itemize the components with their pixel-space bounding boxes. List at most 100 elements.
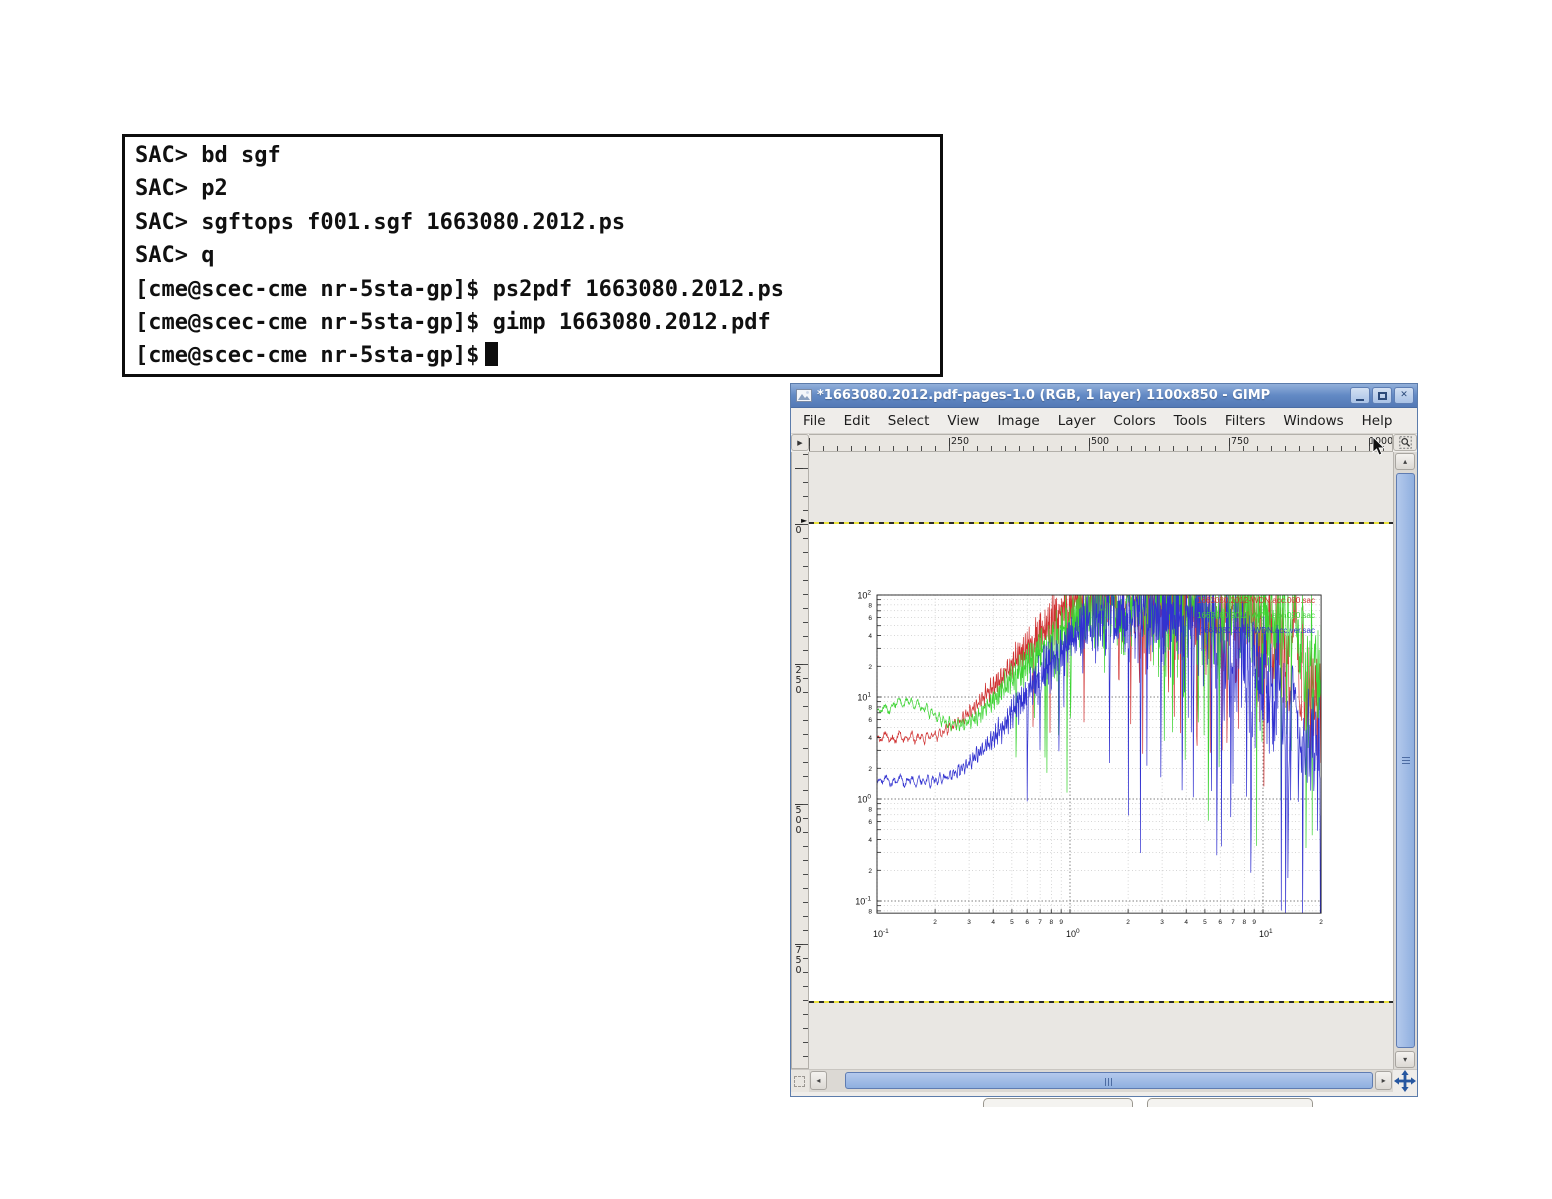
scroll-left-button[interactable]: ◂ bbox=[810, 1071, 827, 1090]
terminal-line: SAC> bd sgf bbox=[135, 139, 930, 172]
svg-text:6: 6 bbox=[868, 717, 872, 724]
ruler-label: 250 bbox=[951, 436, 969, 447]
screenshot-root: SAC> bd sgf SAC> p2 SAC> sgftops f001.sg… bbox=[0, 0, 1552, 1199]
svg-text:1663080.2012-WDN.acc.ver.sac: 1663080.2012-WDN.acc.ver.sac bbox=[1200, 626, 1315, 635]
scroll-down-button[interactable]: ▾ bbox=[1395, 1051, 1415, 1068]
terminal-cursor[interactable] bbox=[485, 342, 498, 366]
terminal-line: SAC> q bbox=[135, 239, 930, 272]
svg-text:1663080.2012-WDN.acc.090.sac: 1663080.2012-WDN.acc.090.sac bbox=[1197, 611, 1315, 620]
image-menu-button[interactable]: ▶ bbox=[791, 434, 809, 451]
menu-edit[interactable]: Edit bbox=[835, 410, 879, 432]
terminal-line: [cme@scec-cme nr-5sta-gp]$ ps2pdf 166308… bbox=[135, 273, 930, 306]
vertical-scrollbar[interactable]: ▴ ▾ bbox=[1393, 452, 1417, 1069]
svg-text:5: 5 bbox=[1010, 919, 1014, 926]
menu-filters[interactable]: Filters bbox=[1216, 410, 1274, 432]
menu-tools[interactable]: Tools bbox=[1165, 410, 1216, 432]
zoom-follow-window-toggle[interactable] bbox=[1393, 434, 1417, 451]
menu-help[interactable]: Help bbox=[1353, 410, 1402, 432]
triangle-right-icon: ▶ bbox=[797, 439, 802, 447]
ruler-row: ▶ 250 500 750 1000 bbox=[791, 434, 1417, 452]
arrow-left-icon: ◂ bbox=[816, 1076, 820, 1085]
gimp-menubar: File Edit Select View Image Layer Colors… bbox=[791, 408, 1417, 434]
vertical-scroll-thumb[interactable] bbox=[1396, 473, 1415, 1048]
ruler-label: 500 bbox=[1091, 436, 1109, 447]
terminal-line: SAC> sgftops f001.sgf 1663080.2012.ps bbox=[135, 206, 930, 239]
gimp-image-icon bbox=[796, 389, 812, 402]
horizontal-scroll-thumb[interactable] bbox=[845, 1072, 1373, 1089]
svg-text:102: 102 bbox=[857, 590, 871, 601]
svg-text:101: 101 bbox=[857, 692, 871, 703]
gimp-titlebar[interactable]: *1663080.2012.pdf-pages-1.0 (RGB, 1 laye… bbox=[791, 384, 1417, 408]
minimize-button[interactable] bbox=[1350, 387, 1370, 404]
svg-text:2: 2 bbox=[868, 766, 872, 773]
terminal-window: SAC> bd sgf SAC> p2 SAC> sgftops f001.sg… bbox=[122, 134, 943, 377]
svg-text:6: 6 bbox=[1025, 919, 1029, 926]
ruler-label: 250 bbox=[794, 666, 803, 696]
cropped-statusbar-widget bbox=[983, 1098, 1133, 1107]
terminal-prompt-line: [cme@scec-cme nr-5sta-gp]$ bbox=[135, 339, 930, 372]
terminal-line: SAC> p2 bbox=[135, 172, 930, 205]
svg-text:2: 2 bbox=[868, 664, 872, 671]
ruler-position-marker: ► bbox=[801, 516, 807, 525]
scroll-right-button[interactable]: ▸ bbox=[1375, 1071, 1392, 1090]
navigation-cross-icon bbox=[1394, 1070, 1416, 1092]
close-button[interactable]: ✕ bbox=[1394, 387, 1414, 404]
svg-text:2: 2 bbox=[1126, 919, 1130, 926]
ruler-label: 500 bbox=[794, 806, 803, 836]
maximize-button[interactable] bbox=[1372, 387, 1392, 404]
layer-boundary-bottom bbox=[809, 1001, 1393, 1003]
svg-text:10-1: 10-1 bbox=[873, 928, 889, 939]
menu-select[interactable]: Select bbox=[879, 410, 939, 432]
svg-text:8: 8 bbox=[868, 704, 872, 711]
vertical-ruler[interactable]: 0 250 500 750 ► bbox=[791, 452, 809, 1069]
svg-text:7: 7 bbox=[1231, 919, 1235, 926]
svg-text:1663080.2012-WDN.acc.000.sac: 1663080.2012-WDN.acc.000.sac bbox=[1197, 596, 1315, 605]
svg-text:4: 4 bbox=[868, 837, 872, 844]
svg-text:6: 6 bbox=[868, 615, 872, 622]
svg-text:8: 8 bbox=[1242, 919, 1246, 926]
mouse-cursor bbox=[1372, 437, 1386, 457]
svg-text:8: 8 bbox=[868, 908, 872, 915]
arrow-down-icon: ▾ bbox=[1403, 1056, 1407, 1064]
svg-text:4: 4 bbox=[1184, 919, 1188, 926]
svg-text:3: 3 bbox=[967, 919, 971, 926]
maximize-icon bbox=[1378, 392, 1387, 400]
menu-view[interactable]: View bbox=[938, 410, 988, 432]
terminal-line: [cme@scec-cme nr-5sta-gp]$ gimp 1663080.… bbox=[135, 306, 930, 339]
arrow-right-icon: ▸ bbox=[1382, 1076, 1386, 1085]
svg-text:9: 9 bbox=[1252, 919, 1256, 926]
svg-text:8: 8 bbox=[868, 602, 872, 609]
thumb-grip-icon bbox=[1402, 757, 1410, 765]
menu-windows[interactable]: Windows bbox=[1274, 410, 1352, 432]
scroll-up-button[interactable]: ▴ bbox=[1395, 453, 1415, 470]
svg-text:100: 100 bbox=[857, 794, 871, 805]
horizontal-ruler[interactable]: 250 500 750 1000 bbox=[809, 434, 1393, 452]
svg-text:8: 8 bbox=[1049, 919, 1053, 926]
horizontal-scrollbar[interactable]: ◂ ▸ bbox=[809, 1070, 1393, 1092]
menu-colors[interactable]: Colors bbox=[1104, 410, 1164, 432]
svg-text:6: 6 bbox=[868, 819, 872, 826]
menu-image[interactable]: Image bbox=[988, 410, 1048, 432]
svg-text:6: 6 bbox=[1218, 919, 1222, 926]
thumb-grip-icon bbox=[1105, 1078, 1113, 1086]
navigation-preview-button[interactable] bbox=[1393, 1070, 1417, 1092]
quick-mask-toggle[interactable] bbox=[791, 1070, 809, 1092]
svg-text:5: 5 bbox=[1203, 919, 1207, 926]
svg-text:8: 8 bbox=[868, 806, 872, 813]
menu-layer[interactable]: Layer bbox=[1049, 410, 1105, 432]
cropped-statusbar-widget bbox=[1147, 1098, 1313, 1107]
svg-text:9: 9 bbox=[1059, 919, 1063, 926]
svg-text:10-1: 10-1 bbox=[855, 896, 871, 907]
svg-text:3: 3 bbox=[1160, 919, 1164, 926]
svg-text:2: 2 bbox=[933, 919, 937, 926]
svg-text:4: 4 bbox=[868, 735, 872, 742]
image-canvas-viewport[interactable]: 10210110010-1864286428642810-11001012345… bbox=[809, 452, 1393, 1069]
minimize-icon bbox=[1356, 399, 1364, 401]
menu-file[interactable]: File bbox=[794, 410, 835, 432]
quick-mask-icon bbox=[794, 1076, 805, 1087]
terminal-prompt: [cme@scec-cme nr-5sta-gp]$ bbox=[135, 343, 479, 368]
close-icon: ✕ bbox=[1400, 391, 1408, 400]
ruler-label: 0 bbox=[794, 526, 803, 536]
arrow-up-icon: ▴ bbox=[1403, 458, 1407, 466]
svg-text:2: 2 bbox=[1319, 919, 1323, 926]
